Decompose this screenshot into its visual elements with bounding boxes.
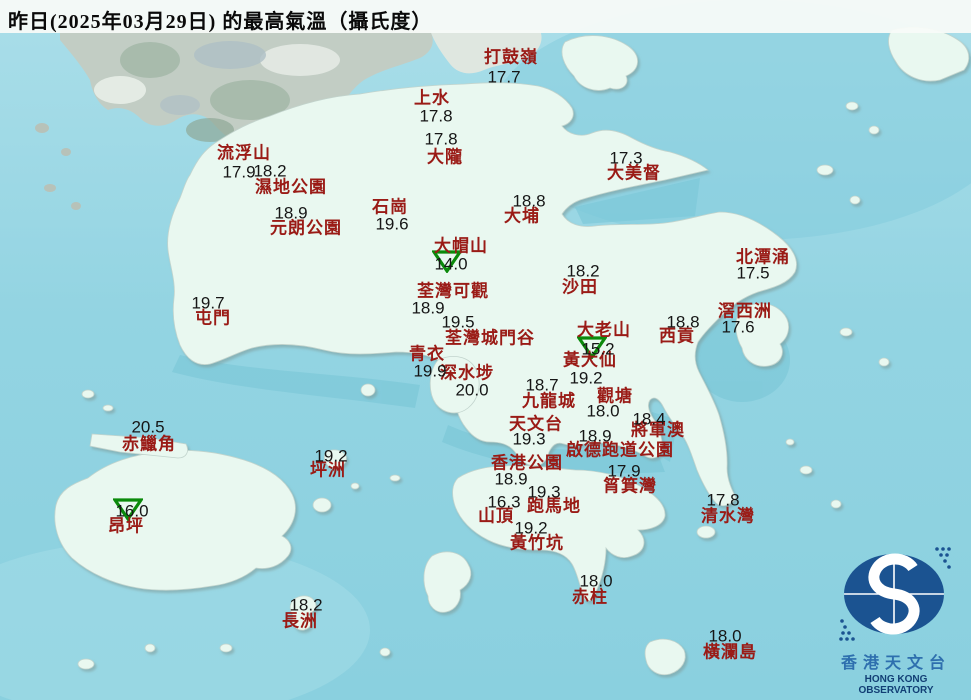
station-value-label: 16.0 — [115, 501, 149, 521]
station-name-label: 大隴 — [427, 147, 463, 167]
station-value-label: 18.9 — [494, 469, 528, 489]
station-value-label: 20.0 — [455, 380, 489, 400]
station-name-label: 沙田 — [562, 277, 598, 297]
hko-logo-icon — [839, 547, 951, 641]
station-value-label: 17.9 — [222, 162, 256, 182]
station-name-label: 九龍城 — [522, 391, 576, 411]
station-name-label: 深水埗 — [440, 363, 494, 383]
station-name-label: 清水灣 — [701, 506, 755, 526]
station-value-label: 18.9 — [411, 298, 445, 318]
station-name-label: 長洲 — [282, 611, 318, 631]
station-name-label: 荃灣可觀 — [417, 281, 489, 301]
station-name-label: 橫瀾島 — [703, 642, 757, 662]
station-value-label: 19.2 — [514, 518, 548, 538]
station-value-label: 18.8 — [512, 191, 546, 211]
station-value-label: 18.0 — [579, 571, 613, 591]
hko-logo-chinese-text: 香港天文台 — [840, 655, 951, 672]
station-name-label: 赤鱲角 — [122, 434, 176, 454]
map-area: 打鼓嶺 17.7 上水 17.8 大隴 17.8 流浮山 17.9 濕地公園 18.2 大美督 17.… — [0, 0, 971, 700]
station-value-label: 17.6 — [721, 317, 755, 337]
station-name-label: 濕地公園 — [255, 177, 327, 197]
station-value-label: 18.8 — [666, 312, 700, 332]
hko-logo: 香港天文台 HONG KONG OBSERVATORY — [831, 545, 961, 696]
station-value-label: 19.7 — [191, 293, 225, 313]
station-name-label: 石崗 — [372, 197, 408, 217]
hko-logo-english-text: HONG KONG OBSERVATORY — [858, 674, 934, 696]
station-value-label: 19.2 — [569, 368, 603, 388]
station-value-label: 18.0 — [708, 626, 742, 646]
weather-map-page: 昨日(2025年03月29日) 的最高氣溫（攝氏度） 打鼓嶺 17.7 上水 17.8… — [0, 0, 971, 700]
station-value-label: 18.4 — [632, 409, 666, 429]
station-name-label: 赤柱 — [572, 587, 608, 607]
station-value-label: 19.5 — [441, 312, 475, 332]
station-value-label: 17.9 — [607, 461, 641, 481]
station-value-label: 17.8 — [419, 106, 453, 126]
station-value-label: 18.2 — [289, 595, 323, 615]
station-name-label: 打鼓嶺 — [484, 47, 538, 67]
station-value-label: 18.9 — [274, 203, 308, 223]
station-value-label: 19.9 — [413, 361, 447, 381]
station-value-label: 18.7 — [525, 375, 559, 395]
station-value-label: 18.9 — [578, 426, 612, 446]
station-value-label: 14.0 — [434, 254, 468, 274]
station-name-label: 大老山 — [577, 320, 631, 340]
station-value-label: 17.7 — [487, 67, 521, 87]
station-value-label: 17.8 — [706, 490, 740, 510]
station-name-label: 上水 — [414, 88, 450, 108]
station-name-label: 青衣 — [409, 344, 445, 364]
station-value-label: 18.2 — [566, 261, 600, 281]
station-value-label: 17.8 — [424, 129, 458, 149]
station-name-label: 大帽山 — [434, 236, 488, 256]
station-value-label: 19.3 — [527, 482, 561, 502]
station-value-label: 17.3 — [609, 148, 643, 168]
station-value-label: 17.5 — [736, 263, 770, 283]
station-value-label: 16.3 — [487, 492, 521, 512]
page-title: 昨日(2025年03月29日) 的最高氣溫（攝氏度） — [8, 11, 433, 33]
station-value-label: 20.5 — [131, 417, 165, 437]
station-value-label: 19.3 — [512, 429, 546, 449]
station-value-label: 15.2 — [581, 339, 615, 359]
station-value-label: 19.2 — [314, 446, 348, 466]
station-name-label: 荃灣城門谷 — [445, 328, 535, 348]
station-name-label: 流浮山 — [217, 143, 271, 163]
station-value-label: 18.2 — [253, 161, 287, 181]
station-value-label: 19.6 — [375, 214, 409, 234]
station-value-label: 18.0 — [586, 401, 620, 421]
